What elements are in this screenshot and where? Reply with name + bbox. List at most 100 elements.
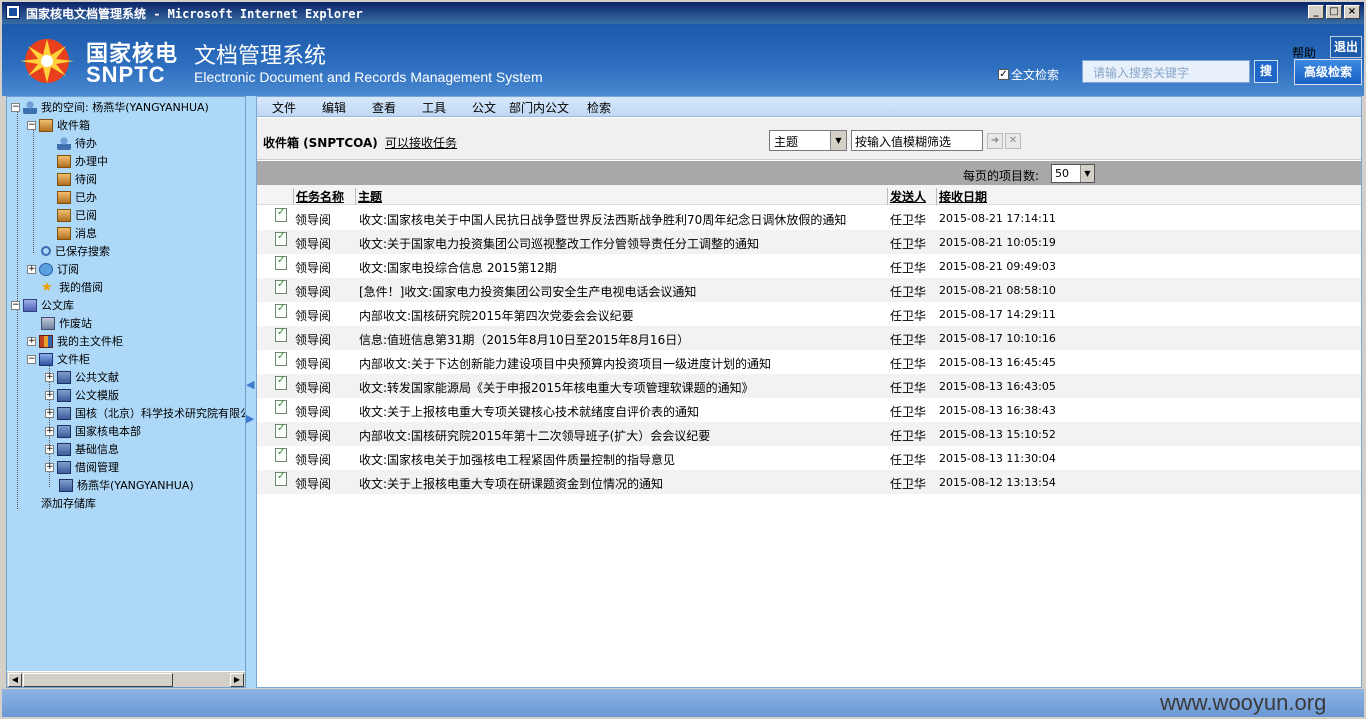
tree-item-my-cabinet[interactable]: + 我的主文件柜 bbox=[27, 332, 123, 350]
task-name-cell[interactable]: 领导阅 bbox=[295, 427, 331, 444]
tree-item-done[interactable]: 已办 bbox=[57, 188, 97, 206]
expand-toggle[interactable]: + bbox=[45, 444, 54, 454]
tree-item-todo[interactable]: 待办 bbox=[57, 134, 97, 152]
search-button[interactable]: 搜 bbox=[1254, 60, 1278, 83]
menu-search[interactable]: 检索 bbox=[587, 99, 611, 116]
maximize-button[interactable]: □ bbox=[1326, 5, 1342, 19]
tree-item-add-repository[interactable]: 添加存储库 bbox=[41, 494, 96, 512]
tree-item-basic-info[interactable]: + 基础信息 bbox=[45, 440, 119, 458]
tree-item-in-progress[interactable]: 办理中 bbox=[57, 152, 108, 170]
expand-toggle[interactable]: + bbox=[45, 462, 54, 472]
fulltext-checkbox[interactable]: ✓ bbox=[998, 69, 1009, 80]
table-row[interactable]: 领导阅 收文:关于国家电力投资集团公司巡视整改工作分管领导责任分工调整的通知 任卫华… bbox=[257, 230, 1361, 254]
task-name-cell[interactable]: 领导阅 bbox=[295, 451, 331, 468]
collapse-toggle[interactable]: − bbox=[11, 300, 20, 310]
task-name-cell[interactable]: 领导阅 bbox=[295, 475, 331, 492]
tree-item-saved-searches[interactable]: 已保存搜索 bbox=[41, 242, 110, 260]
subject-cell[interactable]: 收文:国家核电关于中国人民抗日战争暨世界反法西斯战争胜利70周年纪念日调休放假的… bbox=[359, 211, 846, 228]
tree-item-cabinets[interactable]: − 文件柜 bbox=[27, 350, 90, 368]
expand-toggle[interactable]: + bbox=[27, 336, 36, 346]
column-received-date[interactable]: 接收日期 bbox=[936, 188, 987, 205]
table-row[interactable]: 领导阅 收文:关于上报核电重大专项在研课题资金到位情况的通知 任卫华 2015-08-… bbox=[257, 470, 1361, 494]
task-name-cell[interactable]: 领导阅 bbox=[295, 403, 331, 420]
table-row[interactable]: 领导阅 收文:关于上报核电重大专项关键核心技术就绪度自评价表的通知 任卫华 2015-… bbox=[257, 398, 1361, 422]
tree-item-my-borrowing[interactable]: ★ 我的借阅 bbox=[41, 278, 103, 296]
clear-filter-icon[interactable]: ✕ bbox=[1005, 133, 1021, 149]
table-row[interactable]: 领导阅 内部收文:国核研究院2015年第四次党委会会议纪要 任卫华 2015-08-1… bbox=[257, 302, 1361, 326]
advanced-search-button[interactable]: 高级检索 bbox=[1294, 59, 1362, 85]
tree-item-to-read[interactable]: 待阅 bbox=[57, 170, 97, 188]
collapse-toggle[interactable]: − bbox=[11, 102, 20, 112]
subject-cell[interactable]: 收文:关于国家电力投资集团公司巡视整改工作分管领导责任分工调整的通知 bbox=[359, 235, 759, 252]
subject-cell[interactable]: 信息:值班信息第31期（2015年8月10日至2015年8月16日） bbox=[359, 331, 689, 348]
expand-toggle[interactable]: + bbox=[27, 264, 36, 274]
menu-edit[interactable]: 编辑 bbox=[322, 99, 346, 116]
expand-toggle[interactable]: + bbox=[45, 408, 54, 418]
collapse-toggle[interactable]: − bbox=[27, 120, 36, 130]
table-row[interactable]: 领导阅 收文:国家核电关于中国人民抗日战争暨世界反法西斯战争胜利70周年纪念日调休… bbox=[257, 206, 1361, 230]
tree-item-document-library[interactable]: − 公文库 bbox=[11, 296, 74, 314]
tree-item-my-space[interactable]: − 我的空间: 杨燕华(YANGYANHUA) bbox=[11, 98, 209, 116]
expand-toggle[interactable]: + bbox=[45, 372, 54, 382]
tree-item-research-institute[interactable]: + 国核（北京）科学技术研究院有限公 bbox=[45, 404, 245, 422]
table-row[interactable]: 领导阅 内部收文:国核研究院2015年第十二次领导班子(扩大）会会议纪要 任卫华 20… bbox=[257, 422, 1361, 446]
exit-button[interactable]: 退出 bbox=[1330, 36, 1362, 58]
subject-cell[interactable]: 收文:关于上报核电重大专项关键核心技术就绪度自评价表的通知 bbox=[359, 403, 699, 420]
task-name-cell[interactable]: 领导阅 bbox=[295, 211, 331, 228]
menu-file[interactable]: 文件 bbox=[272, 99, 296, 116]
scroll-right-icon[interactable]: ▶ bbox=[230, 673, 244, 687]
subject-cell[interactable]: 内部收文:国核研究院2015年第四次党委会会议纪要 bbox=[359, 307, 634, 324]
task-name-cell[interactable]: 领导阅 bbox=[295, 235, 331, 252]
menu-official-docs[interactable]: 公文 bbox=[472, 99, 496, 116]
close-button[interactable]: × bbox=[1344, 5, 1360, 19]
task-name-cell[interactable]: 领导阅 bbox=[295, 307, 331, 324]
task-name-cell[interactable]: 领导阅 bbox=[295, 283, 331, 300]
tree-item-borrow-management[interactable]: + 借阅管理 bbox=[45, 458, 119, 476]
task-name-cell[interactable]: 领导阅 bbox=[295, 331, 331, 348]
tree-item-public-docs[interactable]: + 公共文献 bbox=[45, 368, 119, 386]
subject-cell[interactable]: 收文:国家电投综合信息 2015第12期 bbox=[359, 259, 557, 276]
task-name-cell[interactable]: 领导阅 bbox=[295, 355, 331, 372]
subject-cell[interactable]: 收文:关于上报核电重大专项在研课题资金到位情况的通知 bbox=[359, 475, 663, 492]
tree-item-messages[interactable]: 消息 bbox=[57, 224, 97, 242]
filter-field-select[interactable]: 主题 ▼ bbox=[769, 130, 847, 151]
menu-tools[interactable]: 工具 bbox=[422, 99, 446, 116]
receive-tasks-link[interactable]: 可以接收任务 bbox=[385, 134, 457, 151]
apply-filter-icon[interactable]: ➜ bbox=[987, 133, 1003, 149]
expand-toggle[interactable]: + bbox=[45, 390, 54, 400]
tree-item-read[interactable]: 已阅 bbox=[57, 206, 97, 224]
table-row[interactable]: 领导阅 收文:国家核电关于加强核电工程紧固件质量控制的指导意见 任卫华 2015-08… bbox=[257, 446, 1361, 470]
minimize-button[interactable]: _ bbox=[1308, 5, 1324, 19]
subject-cell[interactable]: 内部收文:国核研究院2015年第十二次领导班子(扩大）会会议纪要 bbox=[359, 427, 710, 444]
chevron-down-icon[interactable]: ▼ bbox=[1080, 165, 1094, 182]
page-size-select[interactable]: 50 ▼ bbox=[1051, 164, 1095, 183]
panel-splitter[interactable]: ◀ ▶ bbox=[246, 96, 256, 688]
subject-cell[interactable]: 收文:国家核电关于加强核电工程紧固件质量控制的指导意见 bbox=[359, 451, 675, 468]
column-sender[interactable]: 发送人 bbox=[887, 188, 926, 205]
task-name-cell[interactable]: 领导阅 bbox=[295, 379, 331, 396]
menu-dept-docs[interactable]: 部门内公文 bbox=[509, 99, 569, 116]
scroll-left-icon[interactable]: ◀ bbox=[8, 673, 22, 687]
expand-right-icon[interactable]: ▶ bbox=[246, 412, 254, 425]
subject-cell[interactable]: 收文:转发国家能源局《关于申报2015年核电重大专项管理软课题的通知》 bbox=[359, 379, 754, 396]
table-row[interactable]: 领导阅 收文:国家电投综合信息 2015第12期 任卫华 2015-08-21 09:… bbox=[257, 254, 1361, 278]
table-row[interactable]: 领导阅 [急件！]收文:国家电力投资集团公司安全生产电视电话会议通知 任卫华 2015… bbox=[257, 278, 1361, 302]
expand-toggle[interactable]: + bbox=[45, 426, 54, 436]
tree-item-templates[interactable]: + 公文模版 bbox=[45, 386, 119, 404]
tree-item-inbox[interactable]: − 收件箱 bbox=[27, 116, 90, 134]
table-row[interactable]: 领导阅 内部收文:关于下达创新能力建设项目中央预算内投资项目一级进度计划的通知 任卫… bbox=[257, 350, 1361, 374]
column-task-name[interactable]: 任务名称 bbox=[293, 188, 344, 205]
tree-item-headquarters[interactable]: + 国家核电本部 bbox=[45, 422, 141, 440]
tree-item-subscriptions[interactable]: + 订阅 bbox=[27, 260, 79, 278]
task-name-cell[interactable]: 领导阅 bbox=[295, 259, 331, 276]
chevron-down-icon[interactable]: ▼ bbox=[830, 131, 846, 150]
filter-input[interactable]: 按输入值模糊筛选 bbox=[851, 130, 983, 151]
subject-cell[interactable]: [急件！]收文:国家电力投资集团公司安全生产电视电话会议通知 bbox=[359, 283, 696, 300]
tree-item-recycle[interactable]: 作废站 bbox=[41, 314, 92, 332]
table-row[interactable]: 领导阅 收文:转发国家能源局《关于申报2015年核电重大专项管理软课题的通知》 任卫… bbox=[257, 374, 1361, 398]
search-input[interactable]: 请输入搜索关键字 bbox=[1082, 60, 1250, 83]
scroll-thumb[interactable] bbox=[23, 673, 173, 687]
subject-cell[interactable]: 内部收文:关于下达创新能力建设项目中央预算内投资项目一级进度计划的通知 bbox=[359, 355, 771, 372]
fulltext-search-toggle[interactable]: ✓ 全文检索 bbox=[998, 66, 1059, 83]
column-subject[interactable]: 主题 bbox=[355, 188, 382, 205]
